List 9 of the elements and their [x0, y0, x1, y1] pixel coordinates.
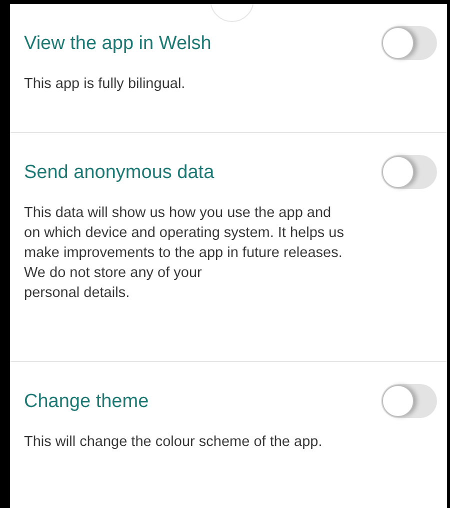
toggle-switch[interactable] [381, 384, 437, 418]
setting-title: View the app in Welsh [24, 32, 212, 56]
setting-description: This data will show us how you use the app and on which device and operating system. It helps us make improvements to the app in future releases. We do not store any of your personal details. [24, 204, 344, 303]
toggle-switch[interactable] [381, 26, 437, 60]
setting-title: Send anonymous data [24, 161, 214, 185]
toggle-switch[interactable] [381, 155, 437, 189]
setting-description: This will change the colour scheme of the app. [24, 433, 324, 452]
setting-title: Change theme [24, 390, 149, 414]
setting-description: This app is fully bilingual. [24, 75, 186, 94]
